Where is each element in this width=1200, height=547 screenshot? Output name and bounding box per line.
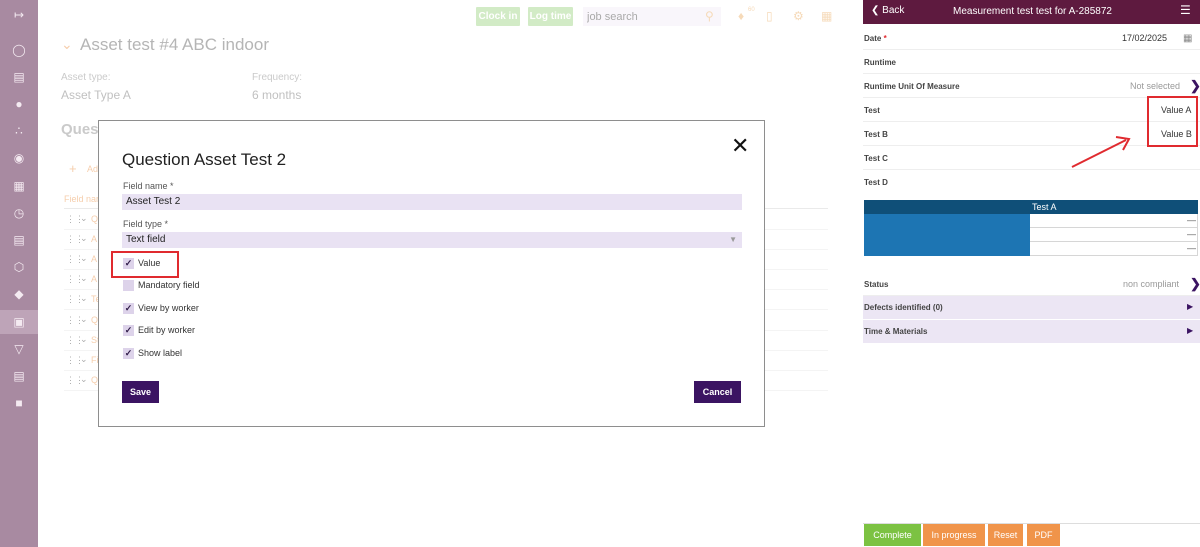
caret-right-icon: ▶ [1187,302,1194,311]
map-icon[interactable]: ▦ [11,178,27,194]
price-tag-icon[interactable]: ◆ [11,286,27,302]
mandatory-checkbox-label: Mandatory field [138,280,200,290]
field-type-label: Field type * [123,219,169,229]
scan-icon[interactable]: ▣ [11,314,27,330]
mobile-header: ❮ Back Measurement test test for A-28587… [863,0,1200,24]
field-type-value: Text field [126,234,166,245]
person-icon[interactable]: ● [11,96,27,112]
defects-section[interactable]: Defects identified (0) ▶ [863,296,1200,319]
edit-by-worker-label: Edit by worker [138,325,196,335]
close-icon[interactable]: ✕ [731,133,749,159]
status-label: Status [864,280,889,289]
status-value: non compliant [1123,279,1180,289]
table-cell[interactable]: — [1030,214,1198,228]
field-type-select[interactable]: Text field ▼ [122,232,742,248]
field-name-label: Field name * [123,181,174,191]
location-icon[interactable]: ◉ [11,150,27,166]
table-row: — [864,214,1198,228]
caret-right-icon: ▶ [1187,326,1194,335]
mandatory-checkbox[interactable] [123,280,134,291]
complete-button[interactable]: Complete [864,524,921,546]
runtime-label: Runtime [864,58,896,67]
annotation-arrow-icon [1071,136,1131,168]
runtime-unit-row[interactable]: Runtime Unit Of Measure Not selected ❯ [863,74,1200,98]
show-label-checkbox[interactable]: ✓ [123,348,134,359]
runtime-row[interactable]: Runtime [863,50,1200,74]
question-modal: Question Asset Test 2 ✕ Field name * Ass… [98,120,765,427]
table-row: — [864,228,1198,242]
cancel-button[interactable]: Cancel [694,381,741,403]
clipboard-icon[interactable]: ▤ [11,232,27,248]
chevron-left-icon: ❮ [871,5,880,16]
runtime-unit-value: Not selected [1130,81,1181,91]
field-name-input[interactable]: Asset Test 2 [122,194,742,210]
reset-button[interactable]: Reset [988,524,1023,546]
caret-down-icon: ▼ [729,235,737,244]
chevron-right-icon[interactable]: ❯ [1190,78,1200,94]
save-button[interactable]: Save [122,381,159,403]
view-by-worker-label: View by worker [138,303,199,313]
date-label: Date * [864,34,887,43]
book-icon[interactable]: ▤ [11,368,27,384]
table-row: — [864,242,1198,256]
test-c-label: Test C [864,154,888,163]
time-materials-label: Time & Materials [864,327,928,336]
chevron-right-icon[interactable]: ❯ [1190,276,1200,292]
collapse-icon[interactable]: ↦ [11,7,27,23]
test-c-row[interactable]: Test C [863,146,1200,170]
box-icon[interactable]: ⬡ [11,259,27,275]
test-d-label: Test D [864,178,888,187]
document-icon[interactable]: ▤ [11,69,27,85]
edit-by-worker-checkbox[interactable]: ✓ [123,325,134,336]
test-label: Test [864,106,880,115]
in-progress-button[interactable]: In progress [923,524,985,546]
date-value: 17/02/2025 [1122,33,1168,43]
date-row[interactable]: Date * 17/02/2025 ▦ [863,26,1200,50]
calendar-icon[interactable]: ▦ [1183,33,1192,44]
highlight-box [111,251,179,278]
tag-icon[interactable]: ◯ [11,42,27,58]
chat-icon[interactable]: ■ [11,395,27,411]
mobile-panel: ❮ Back Measurement test test for A-28587… [863,0,1200,547]
table-cell[interactable]: — [1030,228,1198,242]
share-icon[interactable]: ∴ [11,123,27,139]
pdf-button[interactable]: PDF [1027,524,1060,546]
test-b-label: Test B [864,130,888,139]
menu-icon[interactable]: ☰ [1180,3,1191,17]
mobile-title: Measurement test test for A-285872 [953,6,1112,17]
time-materials-section[interactable]: Time & Materials ▶ [863,320,1200,343]
table-cell[interactable]: — [1030,242,1198,256]
shield-icon[interactable]: ▽ [11,341,27,357]
status-row[interactable]: Status non compliant ❯ [863,272,1200,296]
highlight-box-values [1147,96,1198,147]
defects-label: Defects identified (0) [864,303,943,312]
back-label: Back [882,5,905,16]
view-by-worker-checkbox[interactable]: ✓ [123,303,134,314]
clock-icon[interactable]: ◷ [11,205,27,221]
table-header-test-a: Test A [1030,200,1198,214]
table-header-empty [864,200,1030,214]
runtime-unit-label: Runtime Unit Of Measure [864,82,960,91]
back-button[interactable]: ❮ Back [871,5,904,16]
test-d-row[interactable]: Test D [863,170,1200,194]
left-nav-rail: ↦ ◯ ▤ ● ∴ ◉ ▦ ◷ ▤ ⬡ ◆ ▣ ▽ ▤ ■ [0,0,38,547]
modal-title: Question Asset Test 2 [122,150,287,169]
show-label-label: Show label [138,348,183,358]
